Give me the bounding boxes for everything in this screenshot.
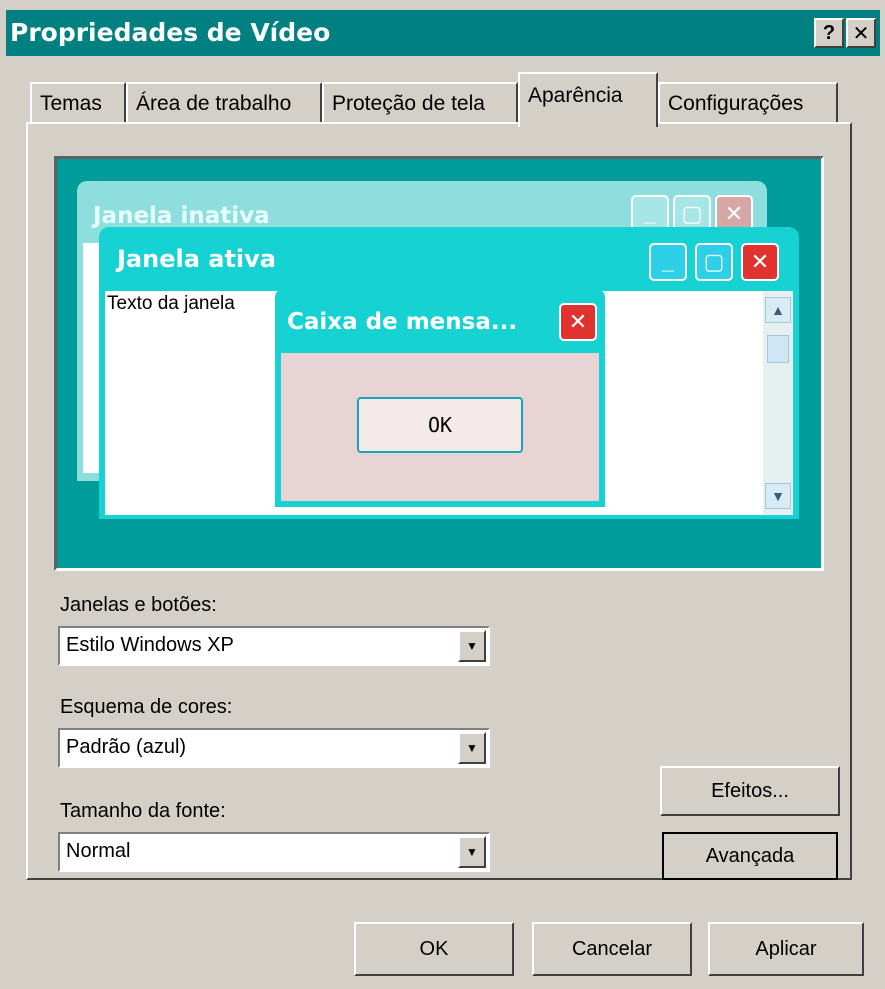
tab-protecao-de-tela[interactable]: Proteção de tela — [322, 82, 518, 124]
window-title: Propriedades de Vídeo — [10, 18, 331, 47]
windows-buttons-value: Estilo Windows XP — [66, 634, 234, 656]
color-scheme-select[interactable]: Padrão (azul) ▼ — [58, 728, 490, 768]
tab-configuracoes[interactable]: Configurações — [658, 82, 838, 124]
chevron-down-icon[interactable]: ▼ — [458, 836, 486, 868]
help-button[interactable]: ? — [814, 18, 844, 48]
close-icon: ✕ — [559, 303, 597, 341]
advanced-button[interactable]: Avançada — [662, 832, 838, 880]
tab-aparencia[interactable]: Aparência — [518, 72, 658, 127]
maximize-icon: ▢ — [695, 243, 733, 281]
tab-label: Proteção de tela — [332, 92, 485, 115]
appearance-preview: Janela inativa _ ▢ ✕ Janela ativa _ ▢ ✕ … — [54, 156, 824, 571]
window-text: Texto da janela — [107, 293, 235, 314]
scroll-thumb — [767, 335, 789, 363]
scroll-down-icon: ▼ — [765, 483, 791, 509]
inactive-window-title: Janela inativa — [93, 203, 270, 229]
tab-label: Configurações — [668, 92, 804, 115]
tab-label: Área de trabalho — [136, 92, 292, 115]
tab-strip: Temas Área de trabalho Proteção de tela … — [30, 72, 850, 127]
close-button[interactable]: ✕ — [846, 18, 876, 48]
close-icon: ✕ — [852, 22, 870, 45]
effects-button[interactable]: Efeitos... — [660, 766, 840, 816]
font-size-label: Tamanho da fonte: — [60, 800, 226, 822]
preview-ok-button: OK — [357, 397, 523, 453]
scrollbar: ▲ ▼ — [763, 291, 793, 515]
display-properties-dialog: Propriedades de Vídeo ? ✕ Temas Área de … — [0, 0, 885, 989]
title-bar[interactable]: Propriedades de Vídeo ? ✕ — [6, 10, 880, 56]
active-window-title: Janela ativa — [117, 245, 276, 273]
apply-button[interactable]: Aplicar — [708, 922, 864, 976]
tab-label: Temas — [40, 92, 102, 115]
font-size-select[interactable]: Normal ▼ — [58, 832, 490, 872]
ok-button[interactable]: OK — [354, 922, 514, 976]
scroll-up-icon: ▲ — [765, 297, 791, 323]
windows-buttons-label: Janelas e botões: — [60, 594, 217, 616]
tab-area-de-trabalho[interactable]: Área de trabalho — [126, 82, 322, 124]
tab-label: Aparência — [528, 84, 623, 107]
message-box-title: Caixa de mensa... — [287, 309, 518, 335]
chevron-down-icon[interactable]: ▼ — [458, 732, 486, 764]
cancel-button[interactable]: Cancelar — [532, 922, 692, 976]
close-icon: ✕ — [741, 243, 779, 281]
windows-buttons-select[interactable]: Estilo Windows XP ▼ — [58, 626, 490, 666]
minimize-icon: _ — [649, 243, 687, 281]
message-box-client: OK — [281, 353, 599, 501]
tab-temas[interactable]: Temas — [30, 82, 126, 124]
font-size-value: Normal — [66, 840, 131, 862]
color-scheme-value: Padrão (azul) — [66, 736, 187, 758]
chevron-down-icon[interactable]: ▼ — [458, 630, 486, 662]
color-scheme-label: Esquema de cores: — [60, 696, 233, 718]
message-box-preview: Caixa de mensa... ✕ OK — [275, 289, 605, 507]
help-icon: ? — [822, 21, 836, 44]
